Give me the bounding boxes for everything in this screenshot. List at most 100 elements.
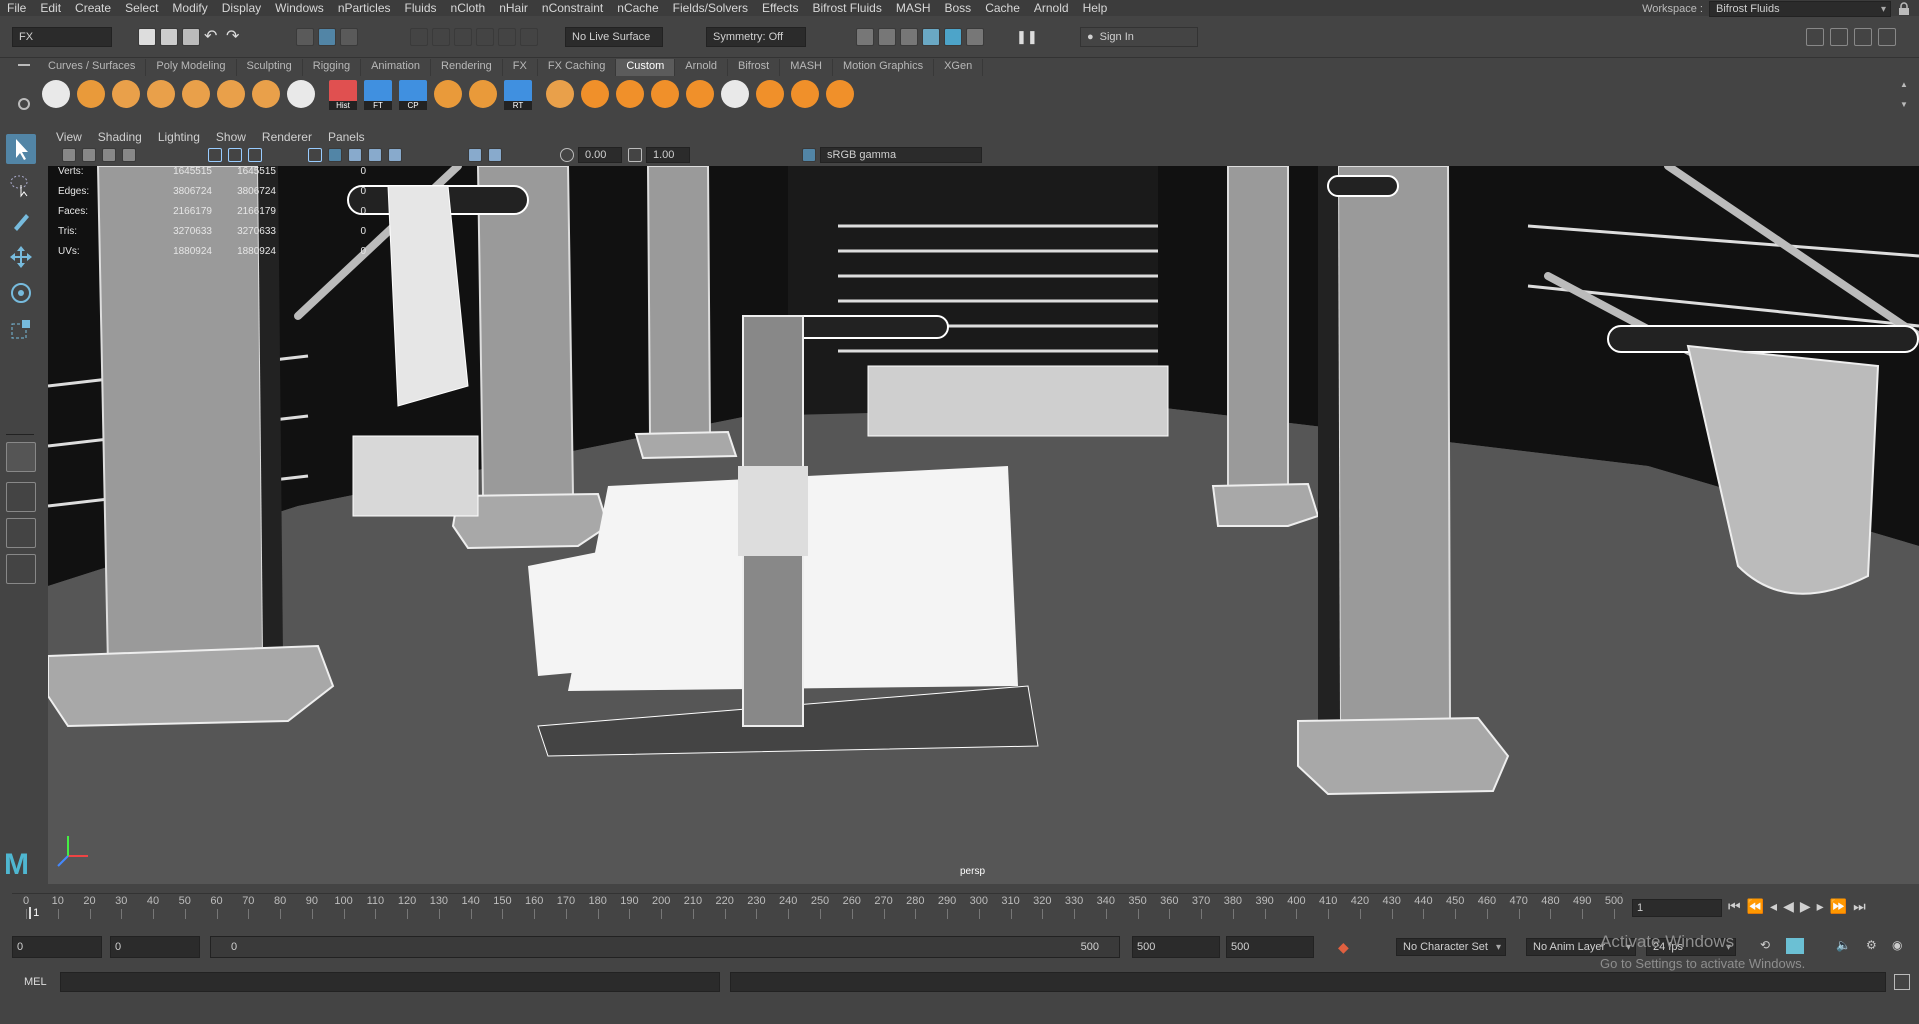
- bookmarks-icon[interactable]: [102, 148, 116, 162]
- shelf-tab-arnold[interactable]: Arnold: [675, 59, 729, 76]
- lock-icon[interactable]: [1900, 28, 1918, 46]
- render-view-icon[interactable]: [856, 28, 874, 46]
- shelf-tab-rendering[interactable]: Rendering: [431, 59, 503, 76]
- exposure-icon[interactable]: [560, 148, 574, 162]
- shelf-tab-motion-graphics[interactable]: Motion Graphics: [833, 59, 935, 76]
- modeling-toolkit-icon[interactable]: [1806, 28, 1824, 46]
- poly-cylinder-icon[interactable]: [147, 80, 175, 108]
- reset-transforms-button[interactable]: RT: [504, 80, 532, 110]
- menu-windows[interactable]: Windows: [268, 1, 331, 15]
- grid-icon[interactable]: [208, 148, 222, 162]
- select-object-icon[interactable]: [318, 28, 336, 46]
- shelf-tab-mash[interactable]: MASH: [780, 59, 833, 76]
- script-editor-icon[interactable]: [1894, 974, 1910, 990]
- ipr-render-icon[interactable]: [900, 28, 918, 46]
- shelf-scroll-down-icon[interactable]: ▼: [1900, 100, 1908, 109]
- cached-playback-icon[interactable]: [1786, 938, 1804, 954]
- shelf-tab-sculpting[interactable]: Sculpting: [236, 59, 303, 76]
- snap-point-icon[interactable]: [454, 28, 472, 46]
- playback-end-field[interactable]: 500: [1132, 936, 1220, 958]
- step-forward-key-icon[interactable]: ⏩: [1830, 898, 1847, 918]
- persp-outliner-layout-icon[interactable]: [6, 518, 36, 548]
- workspace-dropdown[interactable]: Bifrost Fluids: [1709, 1, 1891, 17]
- wireframe-icon[interactable]: [308, 148, 322, 162]
- sign-in-button[interactable]: ● Sign In: [1080, 27, 1198, 47]
- go-to-end-icon[interactable]: ⏭: [1853, 898, 1866, 918]
- shelf-tab-animation[interactable]: Animation: [361, 59, 432, 76]
- select-component-icon[interactable]: [340, 28, 358, 46]
- undo-icon[interactable]: ↶: [204, 28, 222, 46]
- sphere-slice-icon[interactable]: [651, 80, 679, 108]
- menu-ncloth[interactable]: nCloth: [444, 1, 493, 15]
- command-input[interactable]: [60, 972, 720, 992]
- anim-prefs-icon[interactable]: ⚙: [1866, 938, 1877, 952]
- auto-key-icon[interactable]: ◆: [1338, 939, 1349, 956]
- shelf-tab-poly-modeling[interactable]: Poly Modeling: [146, 59, 237, 76]
- poly-plane-grid-icon[interactable]: [42, 80, 70, 108]
- redo-icon[interactable]: ↷: [226, 28, 244, 46]
- single-perspective-layout-icon[interactable]: [6, 442, 36, 472]
- paint-select-tool-icon[interactable]: [6, 206, 36, 236]
- poly-prism-icon[interactable]: [182, 80, 210, 108]
- textured-icon[interactable]: [348, 148, 362, 162]
- shelf-tab-fx-caching[interactable]: FX Caching: [537, 59, 617, 76]
- current-time-marker[interactable]: 1: [29, 907, 39, 919]
- freeze-transforms-button[interactable]: FT: [364, 80, 392, 110]
- poly-box-icon[interactable]: [287, 80, 315, 108]
- shelf-scroll-up-icon[interactable]: ▲: [1900, 80, 1908, 89]
- lock-icon[interactable]: [1897, 2, 1911, 16]
- menu-ncache[interactable]: nCache: [610, 1, 665, 15]
- scale-tool-icon[interactable]: [6, 314, 36, 344]
- menu-mash[interactable]: MASH: [889, 1, 938, 15]
- symmetry-dropdown[interactable]: Symmetry: Off: [706, 27, 806, 47]
- menu-fluids[interactable]: Fluids: [398, 1, 444, 15]
- render-frame-icon[interactable]: [878, 28, 896, 46]
- four-view-layout-icon[interactable]: [6, 482, 36, 512]
- loop-icon[interactable]: ⟲: [1760, 938, 1770, 952]
- step-back-frame-icon[interactable]: ◂: [1770, 898, 1777, 918]
- open-scene-icon[interactable]: [160, 28, 178, 46]
- separate-icon[interactable]: [469, 80, 497, 108]
- shelf-settings-icon[interactable]: [18, 64, 30, 74]
- sphere-mesh-icon[interactable]: [826, 80, 854, 108]
- playback-start-field[interactable]: 0: [110, 936, 200, 958]
- sphere-half-icon[interactable]: [546, 80, 574, 108]
- history-button[interactable]: Hist: [329, 80, 357, 110]
- menu-nconstraint[interactable]: nConstraint: [535, 1, 610, 15]
- xray-icon[interactable]: [488, 148, 502, 162]
- sphere-wedge-icon[interactable]: [686, 80, 714, 108]
- image-plane-icon[interactable]: [122, 148, 136, 162]
- new-scene-icon[interactable]: [138, 28, 156, 46]
- shelf-tab-custom[interactable]: Custom: [616, 59, 676, 76]
- gamma-icon[interactable]: [628, 148, 642, 162]
- current-frame-field[interactable]: 1: [1632, 899, 1722, 917]
- poly-sphere-icon[interactable]: [112, 80, 140, 108]
- shelf-tab-xgen[interactable]: XGen: [934, 59, 984, 76]
- shelf-tab-rigging[interactable]: Rigging: [302, 59, 362, 76]
- live-surface-field[interactable]: No Live Surface: [565, 27, 663, 47]
- select-hierarchy-icon[interactable]: [296, 28, 314, 46]
- shelf-tab-bifrost[interactable]: Bifrost: [728, 59, 781, 76]
- hypershade-icon[interactable]: [944, 28, 962, 46]
- play-forwards-icon[interactable]: ▶: [1800, 898, 1811, 918]
- move-tool-icon[interactable]: [6, 242, 36, 272]
- channel-box-icon[interactable]: [1878, 28, 1896, 46]
- go-to-start-icon[interactable]: ⏮: [1728, 898, 1741, 918]
- arnold-render-icon[interactable]: [966, 28, 984, 46]
- animation-end-field[interactable]: 500: [1226, 936, 1314, 958]
- poly-torus-icon[interactable]: [252, 80, 280, 108]
- orange-sphere-icon[interactable]: [581, 80, 609, 108]
- menu-bifrost-fluids[interactable]: Bifrost Fluids: [805, 1, 888, 15]
- time-slider[interactable]: 0 10 20 30 40 50 60 70 80 90 100 110 120 130 140 150 160…: [12, 893, 1623, 923]
- gamma-field[interactable]: 1.00: [646, 147, 690, 163]
- sphere-lines-icon[interactable]: [721, 80, 749, 108]
- menu-nparticles[interactable]: nParticles: [331, 1, 398, 15]
- view-transform-dropdown[interactable]: sRGB gamma: [820, 147, 982, 163]
- step-back-key-icon[interactable]: ⏪: [1747, 898, 1764, 918]
- resolution-gate-icon[interactable]: [248, 148, 262, 162]
- camera-select-icon[interactable]: [62, 148, 76, 162]
- select-tool-icon[interactable]: [6, 134, 36, 164]
- menu-modify[interactable]: Modify: [165, 1, 214, 15]
- center-pivot-button[interactable]: CP: [399, 80, 427, 110]
- menu-help[interactable]: Help: [1076, 1, 1115, 15]
